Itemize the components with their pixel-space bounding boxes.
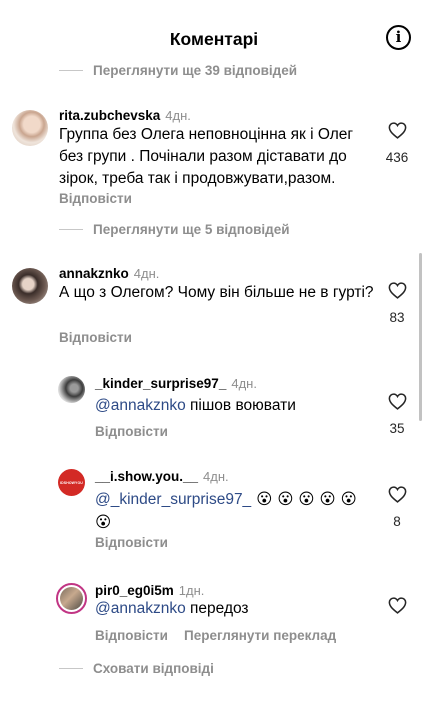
divider-line [59, 70, 83, 71]
hide-replies-label: Сховати відповіді [93, 661, 214, 676]
avatar[interactable]: IDSHOWYOU [58, 469, 85, 496]
reply-button[interactable]: Відповісти [95, 535, 168, 550]
view-more-replies-button[interactable]: Переглянути ще 39 відповідей [59, 63, 297, 78]
username[interactable]: annakznko [59, 266, 129, 281]
comment-text: А що з Олегом? Чому він більше не в гурт… [59, 284, 374, 301]
heart-icon [388, 393, 406, 410]
comment-text: @annakznko передоз [95, 600, 249, 617]
avatar[interactable] [12, 110, 48, 146]
reply-button[interactable]: Відповісти [59, 330, 132, 345]
mention-link[interactable]: @annakznko [95, 397, 186, 414]
like-count: 8 [393, 514, 401, 529]
mention-link[interactable]: @_kinder_surprise97_ [95, 491, 251, 508]
view-more-replies-label: Переглянути ще 5 відповідей [93, 222, 290, 237]
divider-line [59, 229, 83, 230]
timestamp: 4дн. [165, 108, 191, 123]
comment-text: @annakznko пішов воювати [95, 397, 296, 414]
avatar[interactable] [12, 268, 48, 304]
comment-text: Группа без Олега неповноцінна як і Олег … [59, 126, 354, 187]
like-button[interactable]: 83 [382, 282, 412, 325]
header: Коментарі i [0, 0, 428, 72]
scrollbar[interactable] [419, 253, 422, 421]
like-button[interactable]: 436 [382, 122, 412, 165]
username[interactable]: rita.zubchevska [59, 108, 160, 123]
like-button[interactable] [382, 597, 412, 614]
username[interactable]: pir0_eg0i5m [95, 583, 174, 598]
timestamp: 1дн. [178, 583, 205, 598]
heart-icon [388, 486, 406, 503]
heart-icon [388, 122, 406, 139]
timestamp: 4дн. [231, 376, 257, 391]
timestamp: 4дн. [203, 469, 229, 484]
avatar-image [60, 587, 83, 610]
reply-button[interactable]: Відповісти [95, 424, 168, 439]
like-count: 436 [385, 150, 409, 165]
comment-text: @_kinder_surprise97_ 😮 😮 😮 😮 😮 😮 [95, 490, 357, 531]
avatar-logo-text: IDSHOWYOU [60, 480, 83, 485]
like-button[interactable]: 35 [382, 393, 412, 436]
like-button[interactable]: 8 [382, 486, 412, 529]
view-more-replies-button[interactable]: Переглянути ще 5 відповідей [59, 222, 290, 237]
avatar[interactable] [58, 376, 85, 403]
username[interactable]: __i.show.you.__ [95, 469, 198, 484]
see-translation-button[interactable]: Переглянути переклад [184, 628, 336, 643]
reply-button[interactable]: Відповісти [95, 628, 168, 643]
username[interactable]: _kinder_surprise97_ [95, 376, 226, 391]
timestamp: 4дн. [133, 266, 160, 281]
heart-icon [388, 597, 406, 614]
heart-icon [388, 282, 406, 299]
view-more-replies-label: Переглянути ще 39 відповідей [93, 63, 298, 78]
like-count: 35 [389, 421, 405, 436]
reply-button[interactable]: Відповісти [59, 191, 132, 206]
like-count: 83 [389, 310, 405, 325]
avatar[interactable] [56, 583, 87, 614]
page-title: Коментарі [169, 29, 259, 49]
mention-link[interactable]: @annakznko [95, 600, 186, 617]
info-icon[interactable]: i [386, 25, 411, 50]
divider-line [59, 668, 83, 669]
hide-replies-button[interactable]: Сховати відповіді [59, 661, 214, 676]
